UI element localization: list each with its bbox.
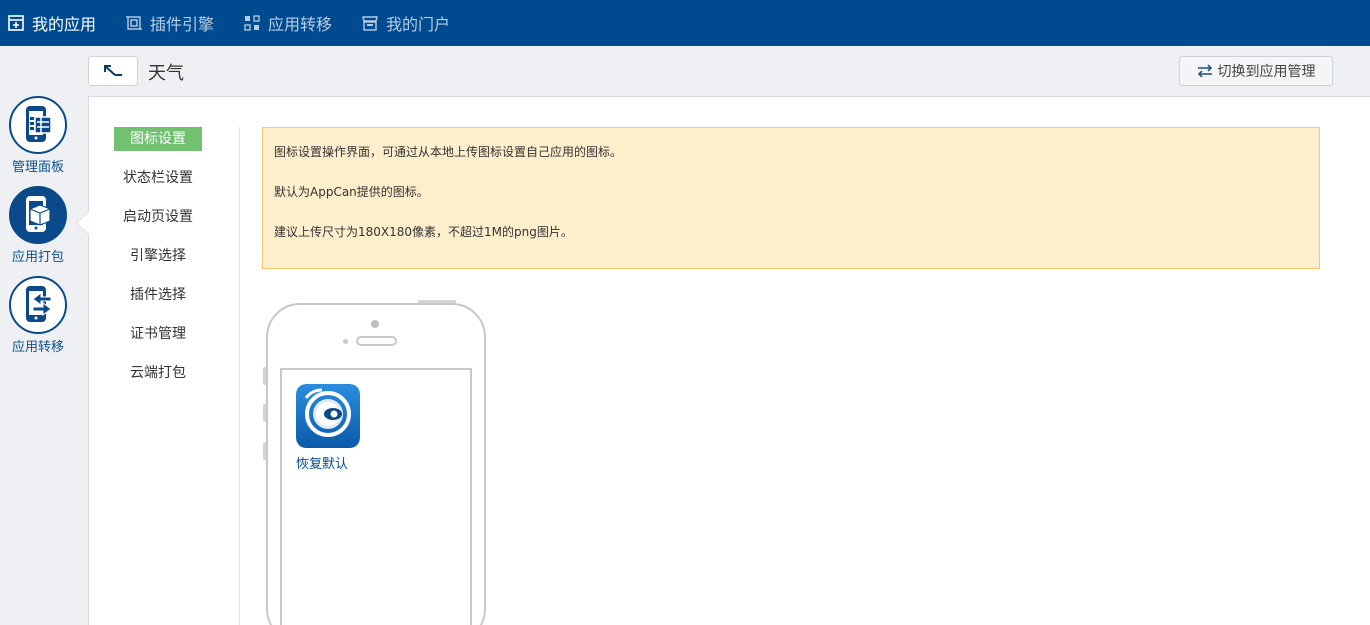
submenu-splash-settings[interactable]: 启动页设置 [114,205,202,244]
nav-label: 我的应用 [32,15,97,34]
plugin-frame-icon [126,16,143,30]
submenu-cloud-package[interactable]: 云端打包 [114,361,202,400]
submenu-certificate-management[interactable]: 证书管理 [114,322,202,361]
submenu-statusbar-settings[interactable]: 状态栏设置 [114,166,202,205]
rail-label: 管理面板 [11,160,64,175]
arrow-up-left-icon [104,65,122,76]
phone-sensor [343,339,348,344]
nav-my-apps[interactable]: 我的应用 [8,0,96,46]
submenu-label: 状态栏设置 [123,170,193,186]
icon-settings-notice: 图标设置操作界面，可通过从本地上传图标设置自己应用的图标。 默认为AppCan提… [262,127,1320,269]
phone-package-icon [9,186,67,244]
page-title: 天气 [148,63,184,84]
submenu-label: 云端打包 [130,365,186,381]
rail-label: 应用转移 [11,340,64,355]
notice-line: 默认为AppCan提供的图标。 [274,185,429,199]
appcan-logo-icon[interactable] [296,384,360,448]
submenu-engine-select[interactable]: 引擎选择 [114,244,202,283]
notice-line: 图标设置操作界面，可通过从本地上传图标设置自己应用的图标。 [274,145,623,159]
nav-app-transfer[interactable]: 应用转移 [244,0,332,46]
top-nav: 我的应用 插件引擎 应用转移 我的门户 [0,0,480,46]
submenu-label: 图标设置 [114,127,202,151]
submenu-divider [239,127,240,625]
submenu-icon-settings[interactable]: 图标设置 [114,127,202,166]
top-nav-bar: 我的应用 插件引擎 应用转移 我的门户 [0,0,1370,46]
nav-label: 插件引擎 [150,15,215,34]
back-button[interactable] [88,56,138,86]
submenu-label: 启动页设置 [123,209,193,225]
switch-to-app-management-button[interactable]: 切换到应用管理 [1179,56,1333,86]
phone-dashboard-icon [9,96,67,154]
panel-pointer-fill [77,212,89,234]
nav-label: 应用转移 [268,15,333,34]
restore-default-link[interactable]: 恢复默认 [296,453,368,472]
nav-label: 我的门户 [386,15,451,34]
switch-button-label: 切换到应用管理 [1217,64,1316,80]
nav-my-portal[interactable]: 我的门户 [362,0,450,46]
submenu-label: 引擎选择 [130,248,186,264]
swap-arrows-icon [1197,64,1212,78]
app-box-icon [8,15,24,31]
nav-plugin-engine[interactable]: 插件引擎 [126,0,214,46]
phone-speaker [356,336,397,346]
rail-item-transfer[interactable]: 应用转移 [0,276,76,355]
phone-transfer-icon [9,276,67,334]
submenu-label: 插件选择 [130,287,186,303]
phone-camera [371,320,379,328]
submenu-label: 证书管理 [130,326,186,342]
notice-line: 建议上传尺寸为180X180像素，不超过1M的png图片。 [274,225,573,239]
rail-label: 应用打包 [11,250,64,265]
rail-item-package[interactable]: 应用打包 [0,186,76,265]
rail-item-dashboard[interactable]: 管理面板 [0,96,76,175]
storefront-icon [362,16,378,31]
settings-submenu: 图标设置 状态栏设置 启动页设置 引擎选择 插件选择 证书管理 云端打包 [114,127,202,400]
submenu-plugin-select[interactable]: 插件选择 [114,283,202,322]
transfer-grid-icon [244,15,260,31]
